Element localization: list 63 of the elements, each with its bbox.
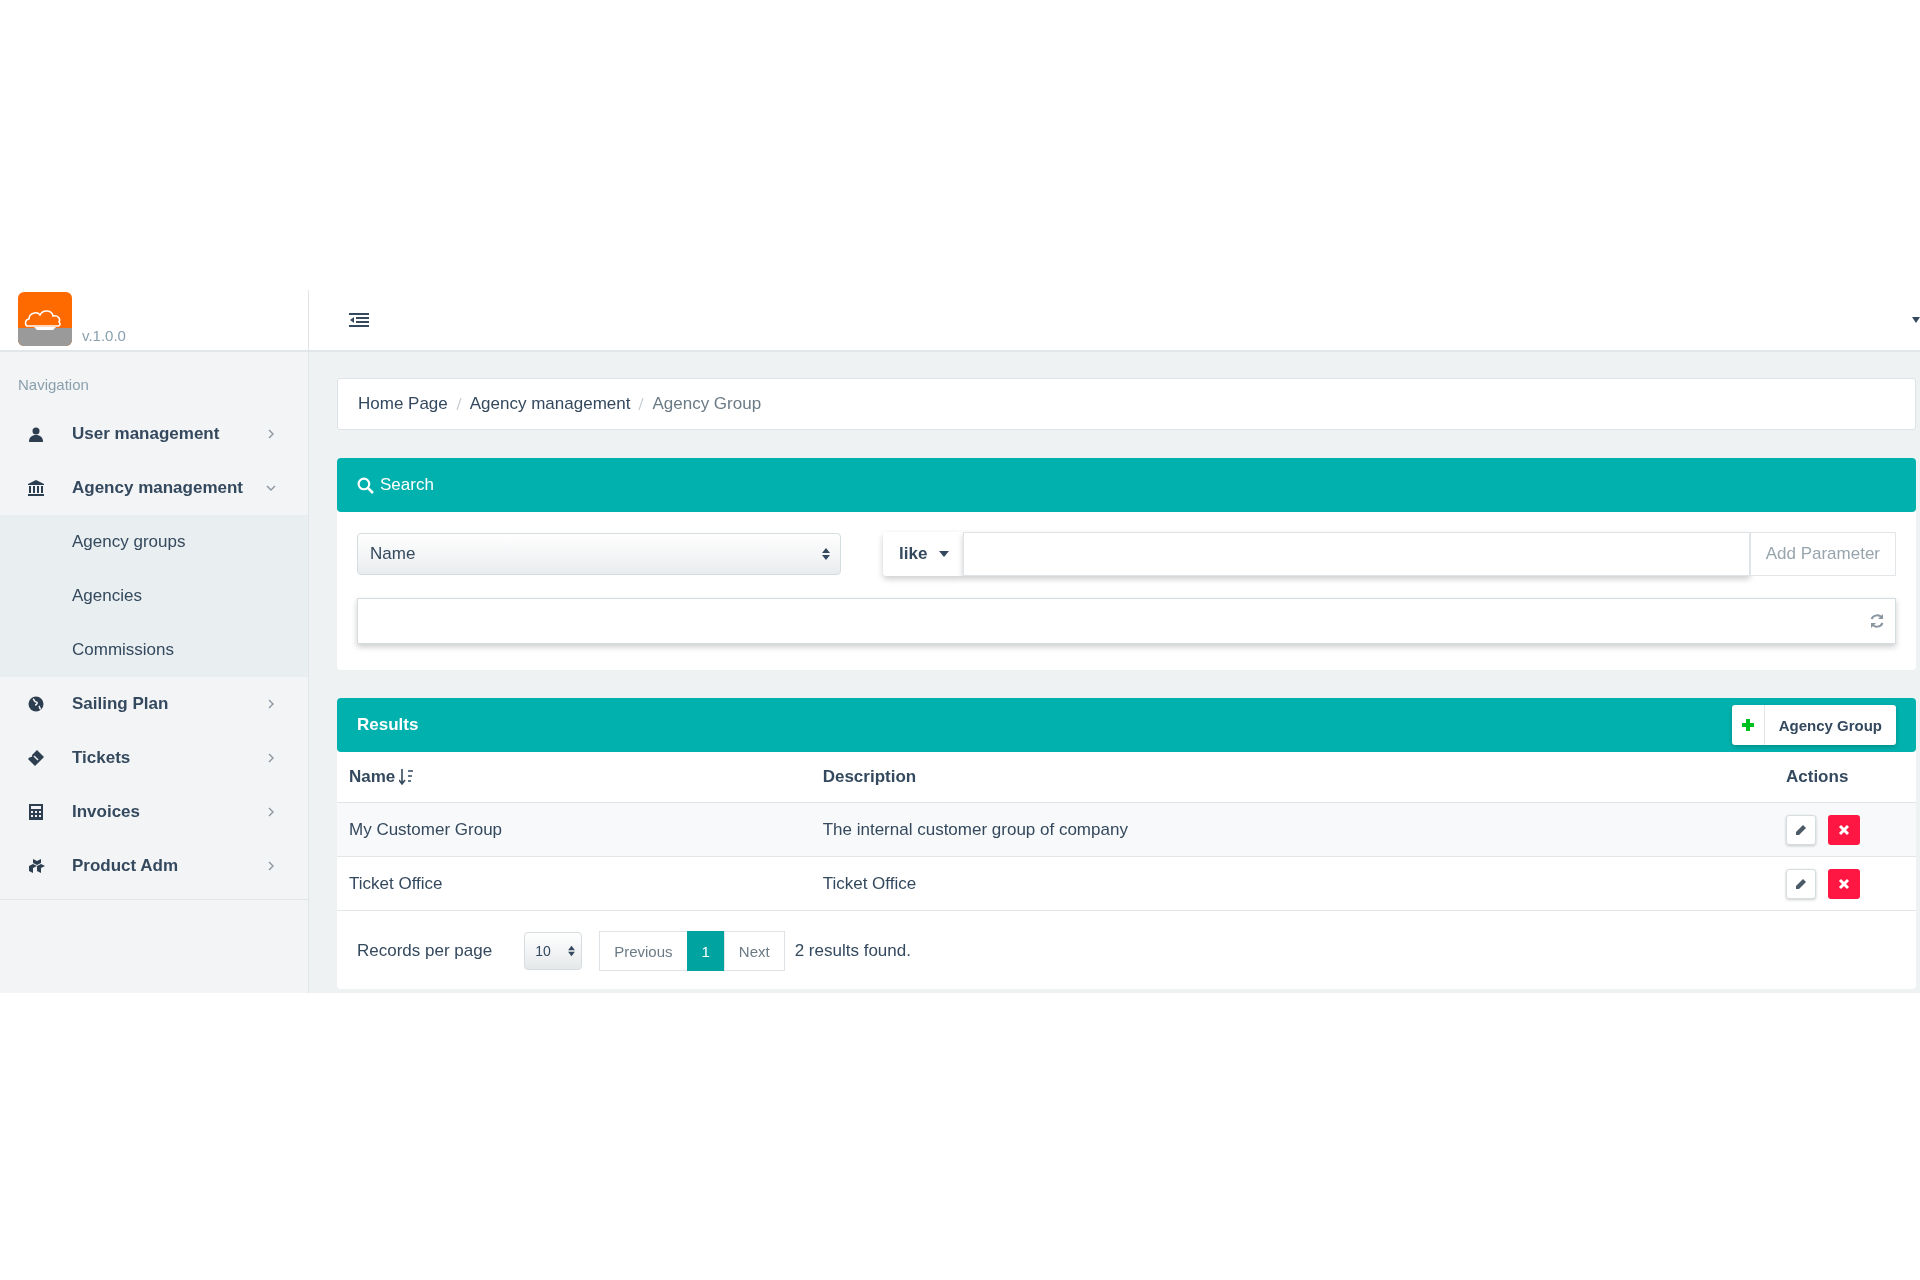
field-select[interactable]: Name [357, 533, 841, 575]
table-cell: My Customer Group [337, 802, 811, 857]
sidebar-item[interactable]: User management [0, 407, 308, 461]
chevron-icon [266, 753, 276, 763]
edit-button[interactable] [1786, 814, 1816, 845]
chevron-icon [266, 861, 276, 871]
globe-icon [28, 695, 46, 713]
ticket-icon [28, 749, 46, 767]
records-per-page-label: Records per page [357, 941, 493, 961]
next-button[interactable]: Next [723, 931, 785, 971]
previous-button[interactable]: Previous [599, 931, 688, 971]
edit-button[interactable] [1786, 868, 1816, 899]
slash-separator-icon [638, 397, 645, 411]
sidebar-subitem[interactable]: Commissions [0, 623, 308, 677]
chevron-icon [266, 429, 276, 439]
navigation-heading: Navigation [17, 375, 90, 395]
search-panel-title: Search [380, 475, 434, 495]
breadcrumb-current: Agency Group [652, 394, 762, 414]
operator-dropdown[interactable]: like [883, 532, 964, 576]
calculator-icon [28, 803, 46, 821]
sidebar-subitem[interactable]: Agency groups [0, 515, 308, 569]
delete-button[interactable] [1828, 868, 1860, 899]
value-input[interactable] [963, 532, 1750, 576]
search-icon [357, 476, 374, 494]
bank-icon [28, 479, 46, 497]
column-header: Actions [1774, 752, 1916, 803]
sidebar-subitem[interactable]: Agencies [0, 569, 308, 623]
table-cell: Ticket Office [810, 856, 1774, 911]
sidebar-item[interactable]: Invoices [0, 785, 308, 839]
breadcrumb-link[interactable]: Agency management [469, 394, 631, 414]
pencil-icon [1795, 823, 1807, 836]
add-agency-group-button[interactable]: Agency Group [1731, 705, 1896, 745]
slash-separator-icon [455, 397, 462, 411]
pencil-icon [1795, 877, 1807, 890]
delete-button[interactable] [1828, 814, 1860, 845]
page-size-select[interactable]: 10 [524, 932, 583, 970]
column-header[interactable]: Name [349, 767, 396, 787]
caret-icon[interactable] [1912, 317, 1920, 323]
sidebar-item[interactable]: Tickets [0, 731, 308, 785]
sort-arrows-icon [568, 945, 576, 957]
refresh-icon[interactable] [1869, 613, 1885, 629]
chevron-icon [266, 699, 276, 709]
sort-icon[interactable] [399, 768, 416, 786]
table-cell: The internal customer group of company [810, 802, 1774, 857]
menu-icon[interactable] [349, 312, 369, 328]
table-cell: Ticket Office [337, 856, 811, 911]
close-icon [1838, 877, 1850, 890]
sidebar-item[interactable]: Sailing Plan [0, 677, 308, 731]
chevron-icon [266, 807, 276, 817]
breadcrumb-link[interactable]: Home Page [358, 394, 448, 414]
sort-arrows-icon [822, 547, 830, 561]
version-label: v.1.0.0 [82, 327, 126, 344]
chevron-icon [266, 483, 276, 493]
user-icon [28, 425, 46, 443]
sidebar-item[interactable]: Agency management [0, 461, 308, 515]
plus-icon [1741, 719, 1754, 731]
close-icon [1838, 823, 1850, 836]
sidebar-item[interactable]: Product Adm [0, 839, 308, 893]
results-panel-title: Results [357, 715, 419, 735]
column-header: Description [810, 752, 1774, 803]
caret-icon [939, 551, 950, 557]
results-count: 2 results found. [794, 941, 911, 961]
query-field[interactable] [357, 598, 1896, 644]
